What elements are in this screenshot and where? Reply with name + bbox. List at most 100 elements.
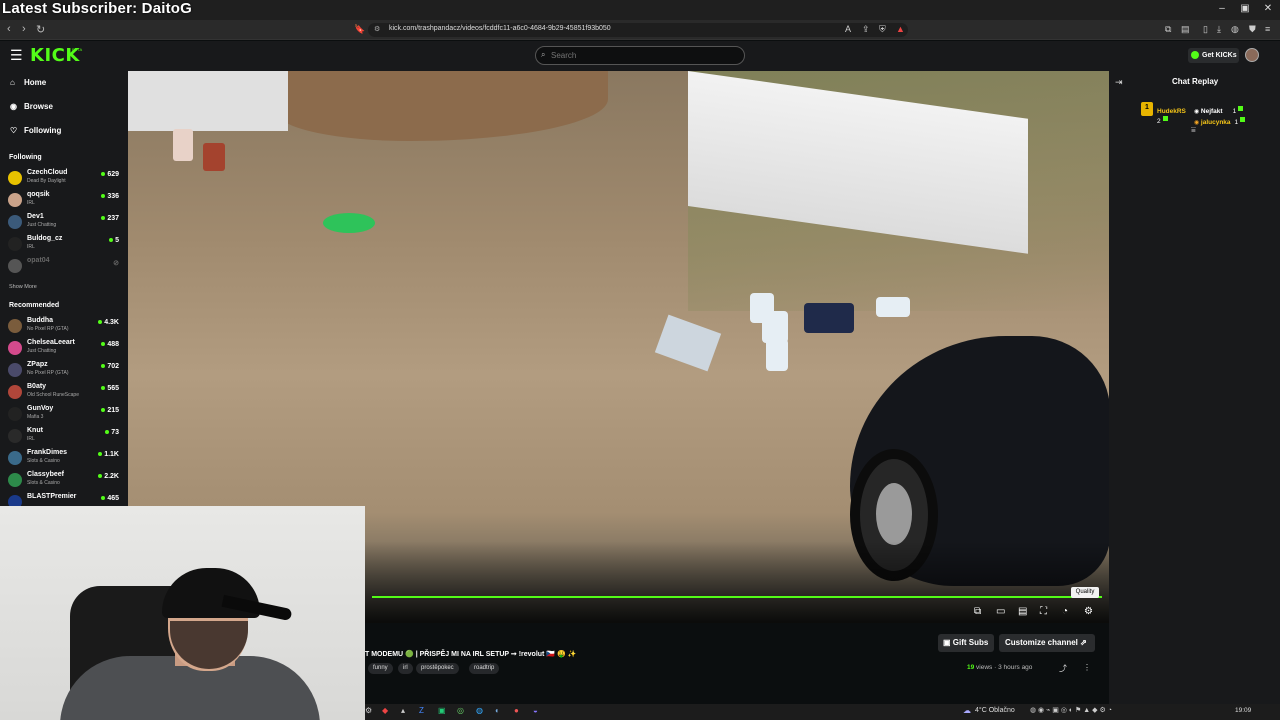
channel-viewers: 336	[101, 193, 119, 200]
show-more-link[interactable]: Show More	[9, 284, 37, 290]
taskbar-app-icon[interactable]: Z	[419, 706, 424, 715]
viewer-count: 629	[107, 171, 119, 178]
hamburger-menu-icon[interactable]: ☰	[10, 47, 23, 64]
minimize-icon[interactable]: –	[1212, 3, 1232, 14]
channel-name: Classybeef	[27, 471, 64, 478]
tray-icons[interactable]: ◍ ◉ ⌁ ▣ ◎ ◐ ⚑ ▲ ◆ ⚙ ◔	[1030, 706, 1112, 714]
gear-icon[interactable]: ⚙	[1084, 606, 1093, 617]
panel-icon[interactable]: ▯	[1203, 24, 1208, 35]
nav-following[interactable]: ♡ Following	[10, 126, 61, 135]
miniplayer-icon[interactable]: ▤	[1018, 606, 1027, 617]
tag-funny[interactable]: funny	[368, 663, 393, 674]
extensions-icon[interactable]: ⧉	[1165, 24, 1171, 35]
bookmark-icon[interactable]: 🔖	[354, 24, 365, 35]
progress-bar[interactable]	[372, 596, 1102, 598]
video-frame-jug	[876, 297, 910, 317]
wallet-icon[interactable]: ◍	[1231, 24, 1239, 35]
user-avatar[interactable]	[1245, 48, 1259, 62]
video-age: 3 hours ago	[998, 664, 1033, 671]
sidebar-channel[interactable]: Buddha No Pixel RP (GTA) 4.3K	[8, 317, 122, 337]
taskbar-app-icon[interactable]: ◐	[495, 706, 500, 715]
menu-icon[interactable]: ≡	[1265, 24, 1270, 34]
taskbar-app-icon[interactable]: ⚙	[365, 706, 372, 715]
video-title: T MODEMU 🟢 | PŘISPĚJ MI NA IRL SETUP ➞ !…	[365, 651, 577, 658]
taskbar-app-icon[interactable]: ●	[514, 706, 519, 715]
gifter-jalucynka[interactable]: ◉ jalucynka 1	[1194, 111, 1246, 129]
channel-category: No Pixel RP (GTA)	[27, 326, 69, 332]
taskbar-app-icon[interactable]: ◎	[457, 706, 464, 715]
taskbar-clock[interactable]: 19:09	[1235, 707, 1251, 714]
chat-filter-icon[interactable]: ⩸	[1191, 125, 1196, 135]
close-icon[interactable]: ✕	[1258, 3, 1278, 14]
weather-text[interactable]: 4°C Oblačno	[975, 707, 1015, 714]
back-icon[interactable]: ‹	[7, 23, 11, 35]
channel-category: IRL	[27, 244, 35, 250]
maximize-icon[interactable]: ▣	[1235, 3, 1255, 14]
sidebar-channel[interactable]: qoqsik IRL 336	[8, 191, 122, 211]
nav-browse[interactable]: ◉ Browse	[10, 102, 53, 111]
sidebar-channel[interactable]: opat04 ⊘	[8, 257, 122, 277]
channel-viewers: 215	[101, 407, 119, 414]
tag-roadtrip[interactable]: roadtrip	[469, 663, 500, 674]
nav-home[interactable]: ⌂ Home	[10, 78, 46, 87]
search-input[interactable]	[551, 49, 731, 62]
taskbar-app-icon[interactable]: ▴	[401, 706, 405, 715]
video-frame-plastic-bag	[654, 314, 722, 372]
fullscreen-icon[interactable]: ⛶	[1040, 606, 1047, 617]
sub-icon	[1162, 116, 1168, 122]
gift-subs-button[interactable]: ▣ Gift Subs	[938, 634, 994, 652]
viewer-count: 2.2K	[104, 473, 119, 480]
kicks-coin-icon	[1191, 51, 1199, 59]
taskbar-brave-icon[interactable]: ◆	[382, 706, 388, 715]
more-options-icon[interactable]: ⋮	[1083, 663, 1091, 672]
site-info-icon[interactable]: ⚙	[374, 25, 380, 33]
sidebar-channel[interactable]: Dev1 Just Chatting 237	[8, 213, 122, 233]
collapse-chat-icon[interactable]: ⇥	[1115, 77, 1123, 88]
channel-avatar	[8, 171, 22, 185]
tag-prostepokec[interactable]: prostěpokec	[416, 663, 459, 674]
video-frame-bucket	[203, 143, 225, 171]
vpn-icon[interactable]: ⛊	[1249, 24, 1256, 35]
share-icon[interactable]: ⤴	[1059, 663, 1067, 674]
share-icon[interactable]: ⇪	[862, 24, 870, 35]
sidebar-icon[interactable]: ▤	[1181, 24, 1190, 35]
video-frame-jug	[766, 339, 788, 371]
sidebar-channel[interactable]: FrankDimes Slots & Casino 1.1K	[8, 449, 122, 469]
webcam-overlay	[0, 506, 365, 720]
taskbar-app-icon[interactable]: ◍	[476, 706, 483, 715]
gift-icon: ▣	[943, 638, 953, 647]
sidebar-channel[interactable]: GunVoy Mafia 3 215	[8, 405, 122, 425]
sidebar-channel[interactable]: Knut IRL 73	[8, 427, 122, 447]
pip-icon[interactable]: ⧉	[974, 606, 981, 617]
sidebar-channel[interactable]: CzechCloud Dead By Daylight 629	[8, 169, 122, 189]
sidebar-channel[interactable]: B0aty Old School RuneScape 565	[8, 383, 122, 403]
speed-icon[interactable]: ◔	[1062, 606, 1068, 617]
viewer-count: 1.1K	[104, 451, 119, 458]
sidebar-channel[interactable]: ZPapz No Pixel RP (GTA) 702	[8, 361, 122, 381]
tag-irl[interactable]: irl	[398, 663, 413, 674]
download-icon[interactable]: ⤓	[1217, 24, 1221, 35]
shield-icon[interactable]: ⛨	[879, 24, 886, 35]
sidebar-channel[interactable]: Buldog_cz IRL 5	[8, 235, 122, 255]
channel-viewers: 5	[109, 237, 119, 244]
theater-icon[interactable]: ▭	[996, 606, 1005, 617]
beta-badge: BETA	[72, 47, 83, 52]
taskbar-app-icon[interactable]: ▣	[438, 706, 446, 715]
reload-icon[interactable]: ↻	[36, 23, 45, 36]
channel-category: Mafia 3	[27, 414, 44, 420]
taskbar-app-icon[interactable]: ◒	[533, 706, 538, 715]
channel-viewers: 1.1K	[98, 451, 119, 458]
channel-avatar	[8, 237, 22, 251]
latest-subscriber-overlay: Latest Subscriber: DaitoG	[2, 0, 193, 17]
nav-home-label: Home	[24, 78, 47, 87]
translate-icon[interactable]: A	[845, 24, 851, 34]
sidebar-channel[interactable]: ChelseaLeeart Just Chatting 488	[8, 339, 122, 359]
live-dot-icon	[101, 496, 106, 501]
alert-icon[interactable]: ▲	[896, 24, 905, 34]
customize-channel-button[interactable]: Customize channel ⇗	[999, 634, 1095, 652]
video-frame-green-lid	[323, 213, 375, 233]
sidebar-channel[interactable]: Classybeef Slots & Casino 2.2K	[8, 471, 122, 491]
taskbar	[365, 704, 1280, 720]
channel-avatar	[8, 473, 22, 487]
forward-icon[interactable]: ›	[22, 23, 26, 35]
